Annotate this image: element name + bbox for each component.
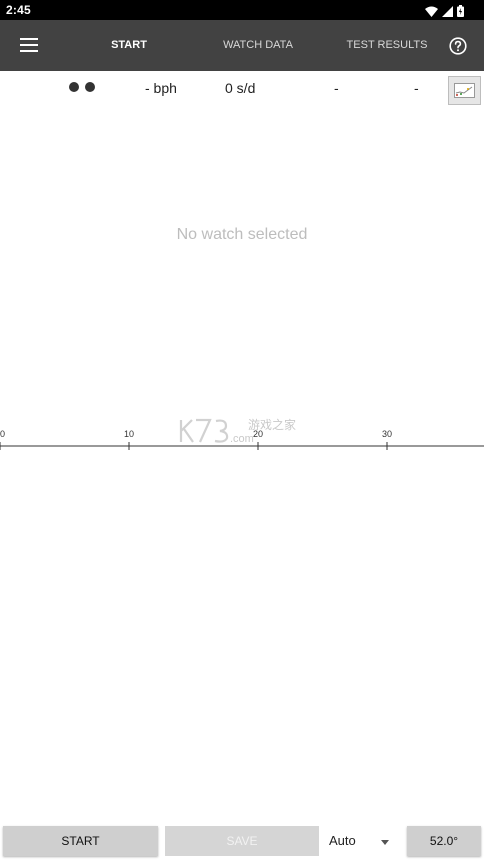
tab-test-results[interactable]: TEST RESULTS [342, 20, 432, 71]
watermark-logo: 游戏之家 .com [179, 417, 296, 445]
tick-label: 30 [382, 429, 392, 439]
rate-value: - bph [145, 80, 177, 96]
tab-watch-data[interactable]: WATCH DATA [212, 20, 304, 71]
tick-label: 10 [124, 429, 134, 439]
tab-start[interactable]: START [90, 20, 168, 71]
readout-row: - bph 0 s/d - - [0, 72, 484, 106]
save-button[interactable]: SAVE [165, 826, 319, 856]
tock-dot-icon [85, 82, 95, 92]
menu-icon[interactable] [16, 32, 42, 58]
amplitude-value: - [334, 80, 339, 96]
tick-label: 0 [0, 429, 5, 439]
start-button[interactable]: START [3, 826, 158, 856]
status-bar: 2:45 [0, 0, 484, 20]
mode-select[interactable]: Auto [329, 826, 399, 856]
watermark-domain: .com [230, 433, 254, 445]
mode-value: Auto [329, 833, 356, 848]
status-time: 2:45 [6, 3, 31, 17]
empty-state-message: No watch selected [176, 226, 308, 243]
dropdown-caret-icon [381, 840, 389, 845]
watermark-site: 游戏之家 [248, 417, 296, 432]
bottom-bar: START SAVE Auto 52.0° [0, 824, 484, 858]
help-icon[interactable] [449, 37, 467, 55]
deviation-value: 0 s/d [225, 80, 256, 96]
tick-dot-icon [69, 82, 79, 92]
chart-thumbnail-icon [454, 83, 475, 98]
app-bar: START WATCH DATA TEST RESULTS [0, 20, 484, 71]
lift-angle-button[interactable]: 52.0° [407, 826, 481, 856]
chart-view-button[interactable] [448, 76, 481, 105]
beat-error-value: - [414, 80, 419, 96]
